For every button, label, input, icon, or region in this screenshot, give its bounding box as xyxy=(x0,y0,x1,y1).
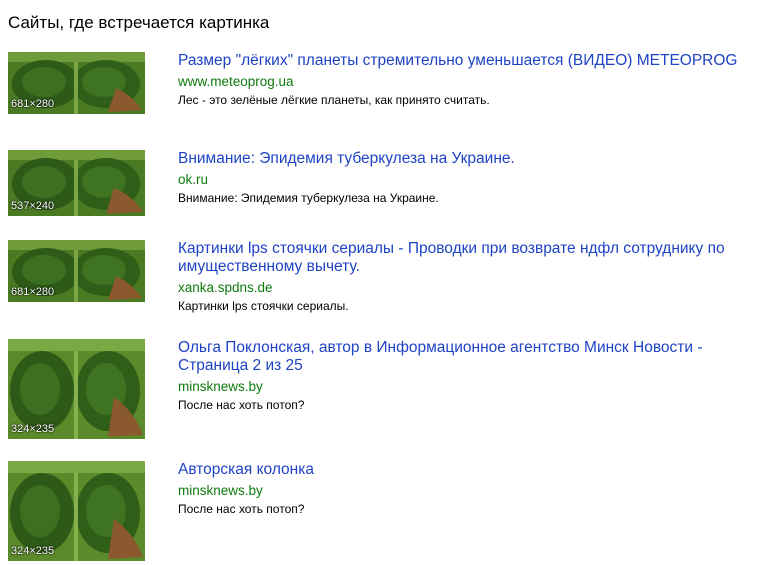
result-thumbnail[interactable]: 324×235 xyxy=(8,461,145,561)
image-size-label: 681×280 xyxy=(11,98,55,110)
result-url-link[interactable]: minsknews.by xyxy=(178,483,753,499)
image-size-label: 324×235 xyxy=(11,423,55,435)
page-title: Сайты, где встречается картинка xyxy=(8,13,270,32)
result-item: 681×280 Размер "лёгких" планеты стремите… xyxy=(8,52,758,132)
result-item: 537×240 Внимание: Эпидемия туберкулеза н… xyxy=(8,150,758,220)
result-item: 681×280 Картинки lps стоячки сериалы - П… xyxy=(8,240,758,320)
result-thumbnail[interactable]: 681×280 xyxy=(8,240,145,302)
result-url-link[interactable]: www.meteoprog.ua xyxy=(178,74,753,90)
result-snippet: Внимание: Эпидемия туберкулеза на Украин… xyxy=(178,191,439,205)
result-title-link[interactable]: Картинки lps стоячки сериалы - Проводки … xyxy=(178,240,753,276)
result-thumbnail[interactable]: 324×235 xyxy=(8,339,145,439)
result-url-link[interactable]: ok.ru xyxy=(178,172,753,188)
result-item: 324×235 Авторская колонка minsknews.by П… xyxy=(8,461,758,561)
result-title-link[interactable]: Авторская колонка xyxy=(178,461,753,479)
result-item: 324×235 Ольга Поклонская, автор в Информ… xyxy=(8,339,758,441)
image-size-label: 324×235 xyxy=(11,545,55,557)
result-snippet: Лес - это зелёные лёгкие планеты, как пр… xyxy=(178,93,490,107)
result-title-link[interactable]: Размер "лёгких" планеты стремительно уме… xyxy=(178,52,753,70)
result-url-link[interactable]: xanka.spdns.de xyxy=(178,280,753,296)
result-thumbnail[interactable]: 681×280 xyxy=(8,52,145,114)
result-url-link[interactable]: minsknews.by xyxy=(178,379,753,395)
result-thumbnail[interactable]: 537×240 xyxy=(8,150,145,216)
image-size-label: 537×240 xyxy=(11,200,55,212)
image-size-label: 681×280 xyxy=(11,286,55,298)
result-snippet: После нас хоть потоп? xyxy=(178,502,305,516)
result-snippet: Картинки lps стоячки сериалы. xyxy=(178,299,349,313)
result-title-link[interactable]: Ольга Поклонская, автор в Информационное… xyxy=(178,339,753,375)
result-snippet: После нас хоть потоп? xyxy=(178,398,305,412)
result-title-link[interactable]: Внимание: Эпидемия туберкулеза на Украин… xyxy=(178,150,753,168)
